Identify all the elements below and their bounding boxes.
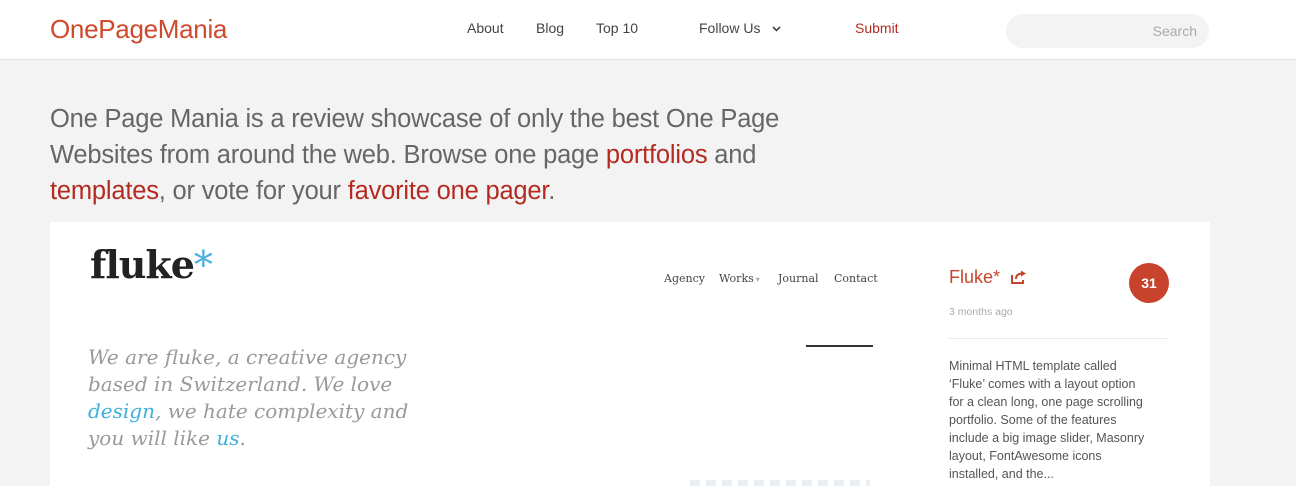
preview-hero-text: We are fluke, a creative agency based in… (88, 344, 428, 452)
intro-text-2: and (707, 141, 757, 169)
preview-logo: fluke* (90, 242, 213, 287)
search-box (1006, 14, 1209, 48)
preview-nav-agency: Agency (664, 272, 705, 285)
preview-nav-works-label: Works (719, 272, 754, 285)
nav-about[interactable]: About (467, 20, 504, 36)
item-title[interactable]: Fluke* (949, 267, 1000, 288)
chevron-down-icon (772, 26, 781, 32)
preview-logo-star: * (193, 243, 213, 287)
item-divider (949, 338, 1167, 339)
intro-text-4: . (548, 177, 556, 205)
site-preview-thumbnail[interactable]: fluke* Agency Works ▾ Journal Contact We … (50, 222, 900, 486)
nav-follow-us[interactable]: Follow Us (699, 20, 781, 36)
nav-submit[interactable]: Submit (855, 20, 899, 36)
nav-blog[interactable]: Blog (536, 20, 564, 36)
link-templates[interactable]: templates (50, 177, 159, 205)
preview-hero-3: . (239, 426, 246, 450)
item-info: Fluke* 3 months ago Minimal HTML templat… (900, 222, 1210, 486)
preview-nav-contact: Contact (834, 272, 878, 285)
link-portfolios[interactable]: portfolios (606, 141, 708, 169)
preview-nav-underline (806, 345, 873, 347)
nav-follow-us-label: Follow Us (699, 20, 761, 36)
link-favorite-one-pager[interactable]: favorite one pager (348, 177, 549, 205)
logo-part-two: PageMania (98, 14, 228, 44)
preview-nav-works-caret: ▾ (755, 275, 760, 284)
preview-faded-content (690, 480, 870, 486)
preview-hero-highlight-1: design (88, 399, 155, 423)
intro-text: One Page Mania is a review showcase of o… (50, 101, 870, 209)
item-date: 3 months ago (949, 306, 1013, 318)
preview-hero-1: We are fluke, a creative agency based in… (88, 345, 407, 396)
preview-logo-text: fluke (90, 242, 195, 287)
nav-top-10[interactable]: Top 10 (596, 20, 638, 36)
item-description: Minimal HTML template called ‘Fluke’ com… (949, 359, 1145, 481)
site-logo[interactable]: OnePageMania (50, 14, 227, 45)
logo-part-one: One (50, 14, 99, 44)
search-input[interactable] (1006, 14, 1209, 48)
site-header: OnePageMania About Blog Top 10 Follow Us… (0, 0, 1296, 60)
vote-count-button[interactable]: 31 (1129, 263, 1169, 303)
share-icon[interactable] (1010, 269, 1028, 285)
preview-hero-highlight-2: us (216, 426, 240, 450)
preview-nav-works: Works ▾ (719, 272, 760, 285)
preview-nav-journal: Journal (778, 272, 819, 285)
showcase-card: fluke* Agency Works ▾ Journal Contact We … (50, 222, 1210, 486)
intro-text-3: , or vote for your (158, 177, 348, 205)
